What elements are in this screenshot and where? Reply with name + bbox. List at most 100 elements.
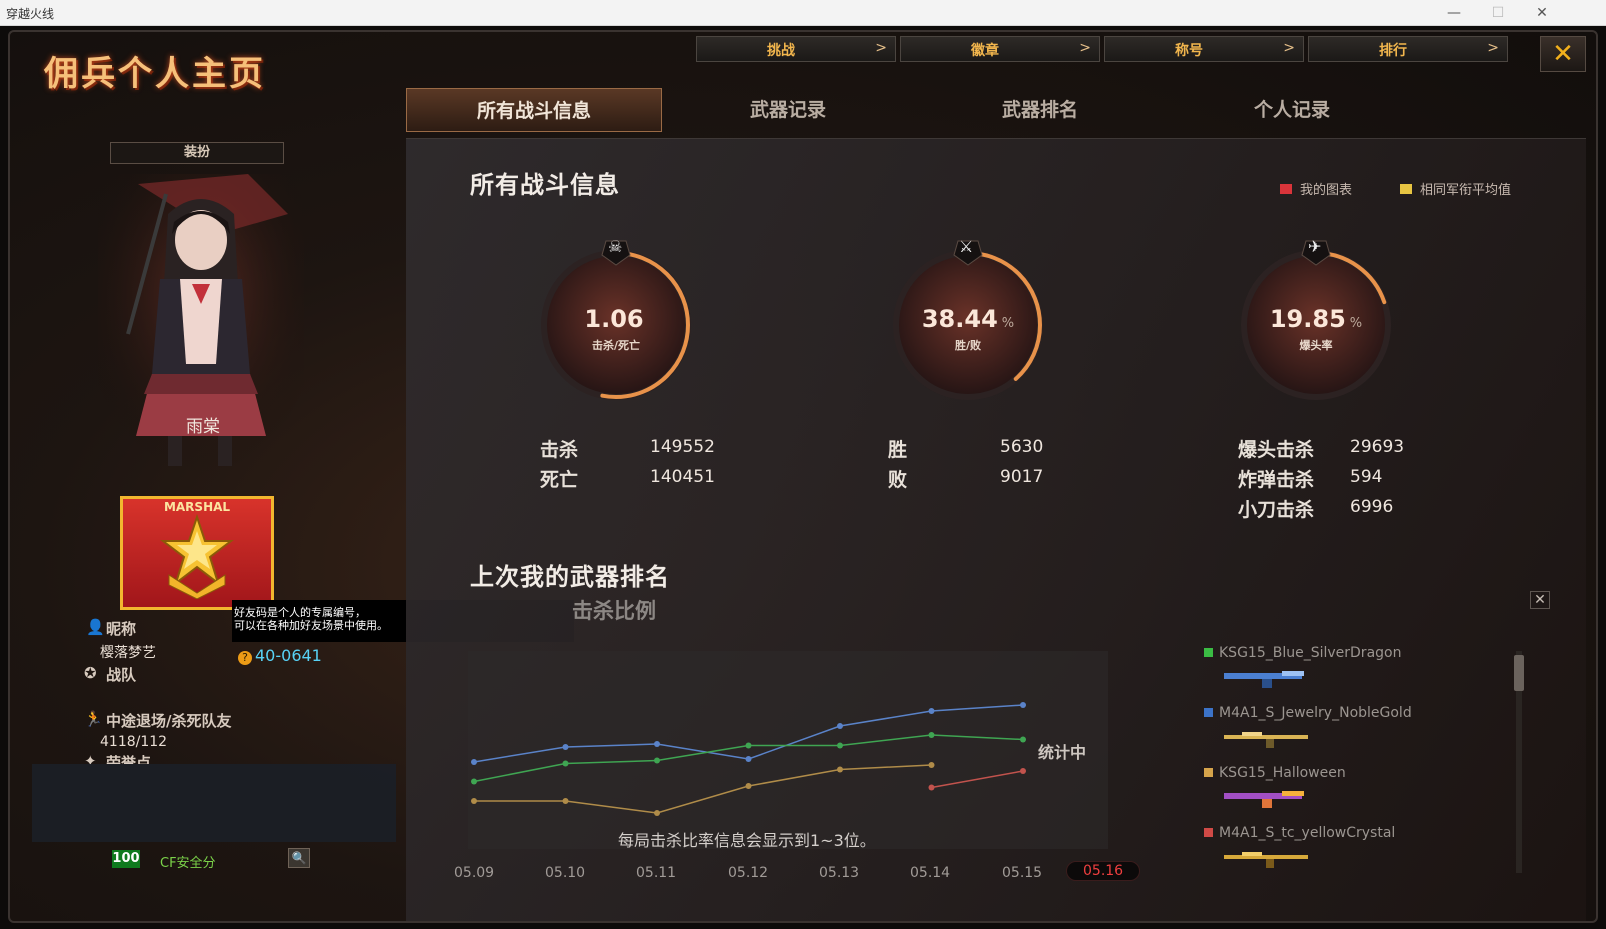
stat-wins-value: 5630 bbox=[1000, 437, 1044, 457]
stat-headshot-label: 爆头击杀 bbox=[1238, 439, 1315, 461]
weapon-item[interactable]: M4A1_S_Jewelry_NobleGold bbox=[1204, 705, 1412, 721]
chart-note: 每局击杀比率信息会显示到1~3位。 bbox=[618, 831, 876, 850]
gauge-value: 19.85% bbox=[1236, 305, 1396, 333]
friend-code[interactable]: ? 40-0641 bbox=[238, 646, 322, 665]
tab-personal-records[interactable]: 个人记录 bbox=[1164, 88, 1420, 132]
legend-mine-label: 我的图表 bbox=[1300, 183, 1353, 198]
weapon-item[interactable]: KSG15_Halloween bbox=[1204, 765, 1346, 781]
stat-wins-label: 胜 bbox=[888, 439, 908, 461]
topnav-badge[interactable]: 徽章 > bbox=[900, 36, 1100, 62]
window-close-button[interactable]: ✕ bbox=[1522, 2, 1562, 24]
gauge-winrate: ⚔ 38.44% 胜/败 bbox=[888, 235, 1048, 405]
topnav-ranking[interactable]: 排行 > bbox=[1308, 36, 1508, 62]
topnav-label: 徽章 bbox=[971, 43, 999, 59]
weapon-item[interactable]: M4A1_S_tc_yellowCrystal bbox=[1204, 825, 1395, 841]
help-icon[interactable]: ? bbox=[238, 651, 252, 665]
gauge-headshot: ✈ 19.85% 爆头率 bbox=[1236, 235, 1396, 405]
stat-knife-value: 6996 bbox=[1350, 497, 1394, 517]
tab-all-battle-info[interactable]: 所有战斗信息 bbox=[406, 88, 662, 132]
weapon-color-dot bbox=[1204, 708, 1213, 717]
x-tick-label: 05.15 bbox=[1002, 865, 1043, 881]
gauge-number: 1.06 bbox=[584, 305, 644, 333]
rifle-icon: ✈ bbox=[1308, 237, 1322, 256]
chevron-right-icon: > bbox=[1487, 40, 1499, 56]
weapon-rank-title: 上次我的武器排名 bbox=[470, 563, 670, 591]
weapon-name: KSG15_Halloween bbox=[1219, 765, 1346, 781]
weapon-color-dot bbox=[1204, 648, 1213, 657]
gauge-pct: % bbox=[1001, 316, 1015, 331]
rifle-icon bbox=[1224, 732, 1308, 748]
chart-plot-bg bbox=[468, 651, 1108, 849]
person-icon: 👤 bbox=[86, 618, 105, 636]
gauge-number: 19.85 bbox=[1269, 305, 1346, 333]
stat-deaths-value: 140451 bbox=[650, 467, 715, 487]
stat-losses-value: 9017 bbox=[1000, 467, 1044, 487]
weapon-name: M4A1_S_Jewelry_NobleGold bbox=[1219, 705, 1412, 721]
window-titlebar: 穿越火线 — ☐ ✕ bbox=[0, 0, 1606, 26]
player-sidebar: 装扮 雨棠 MARSHAL 好友码是个人的专属编号， 可以在各种加好友场景中使用… bbox=[10, 132, 574, 921]
x-tick-label: 05.14 bbox=[910, 865, 951, 881]
section-title: 所有战斗信息 bbox=[470, 171, 620, 199]
weapon-color-dot bbox=[1204, 768, 1213, 777]
outfit-button[interactable]: 装扮 bbox=[110, 142, 284, 164]
battle-info-panel: 所有战斗信息 我的图表 相同军衔平均值 ☠ 1.06 击杀/死亡 ⚔ 38.44… bbox=[406, 138, 1586, 921]
rank-badge: MARSHAL bbox=[120, 496, 274, 610]
character-name: 雨棠 bbox=[186, 417, 220, 437]
weapon-item[interactable]: KSG15_Blue_SilverDragon bbox=[1204, 645, 1401, 661]
shotgun-icon bbox=[1224, 671, 1304, 688]
stat-deaths-label: 死亡 bbox=[540, 469, 579, 491]
stat-losses-label: 败 bbox=[888, 469, 908, 491]
x-tick-label: 05.12 bbox=[728, 865, 769, 881]
runner-icon: 🏃 bbox=[84, 710, 103, 728]
close-icon[interactable]: ✕ bbox=[1540, 36, 1586, 72]
maximize-button[interactable]: ☐ bbox=[1478, 2, 1518, 24]
page-title: 佣兵个人主页 bbox=[44, 54, 266, 94]
topnav-title[interactable]: 称号 > bbox=[1104, 36, 1304, 62]
tab-weapon-records[interactable]: 武器记录 bbox=[660, 88, 916, 132]
topnav-challenge[interactable]: 挑战 > bbox=[696, 36, 896, 62]
stat-headshot-value: 29693 bbox=[1350, 437, 1405, 457]
crossed-swords-icon: ⚔ bbox=[959, 237, 974, 256]
minimize-button[interactable]: — bbox=[1434, 2, 1474, 24]
team-icon: ✪ bbox=[84, 664, 97, 682]
gauge-kd: ☠ 1.06 击杀/死亡 bbox=[536, 235, 696, 405]
kill-ratio-chart bbox=[468, 651, 1108, 849]
gauge-label: 爆头率 bbox=[1299, 339, 1333, 352]
friend-code-value: 40-0641 bbox=[255, 646, 322, 665]
stat-bomb-label: 炸弹击杀 bbox=[1238, 469, 1315, 491]
chat-box[interactable] bbox=[32, 764, 396, 842]
x-tick-label: 05.10 bbox=[545, 865, 586, 881]
gauge-value: 1.06 bbox=[536, 305, 696, 333]
scrollbar-thumb[interactable] bbox=[1514, 655, 1524, 691]
counting-label: 统计中 bbox=[1038, 743, 1087, 762]
x-tick-active[interactable]: 05.16 bbox=[1066, 861, 1141, 881]
x-tick-label: 05.11 bbox=[636, 865, 677, 881]
team-label: 战队 bbox=[106, 666, 137, 684]
gauge-value: 38.44% bbox=[888, 305, 1048, 333]
marshal-star-icon bbox=[160, 513, 234, 599]
search-icon[interactable]: 🔍 bbox=[288, 848, 310, 868]
chevron-right-icon: > bbox=[1283, 40, 1295, 56]
close-icon[interactable]: ✕ bbox=[1530, 591, 1550, 609]
stat-bomb-value: 594 bbox=[1350, 467, 1383, 487]
rank-text: MARSHAL bbox=[163, 500, 231, 514]
topnav-label: 挑战 bbox=[767, 43, 795, 59]
shotgun-icon bbox=[1224, 791, 1304, 808]
chevron-right-icon: > bbox=[875, 40, 887, 56]
weapon-name: KSG15_Blue_SilverDragon bbox=[1219, 645, 1402, 661]
nickname-value: 樱落梦艺 bbox=[100, 645, 156, 661]
safety-score: 100 bbox=[112, 850, 140, 868]
weapon-name: M4A1_S_tc_yellowCrystal bbox=[1219, 825, 1396, 841]
safety-label: CF安全分 bbox=[160, 856, 216, 871]
gauge-pct: % bbox=[1349, 316, 1363, 331]
legend-swatch-mine bbox=[1280, 184, 1292, 194]
gauge-label: 击杀/死亡 bbox=[591, 339, 641, 352]
rifle-icon bbox=[1224, 852, 1308, 868]
legend-swatch-avg bbox=[1400, 184, 1412, 194]
chevron-right-icon: > bbox=[1079, 40, 1091, 56]
stat-knife-label: 小刀击杀 bbox=[1238, 499, 1315, 521]
legend-mine: 我的图表 bbox=[1280, 179, 1352, 198]
tab-weapon-ranking[interactable]: 武器排名 bbox=[912, 88, 1168, 132]
skull-icon: ☠ bbox=[608, 237, 623, 256]
window-title: 穿越火线 bbox=[6, 7, 55, 21]
